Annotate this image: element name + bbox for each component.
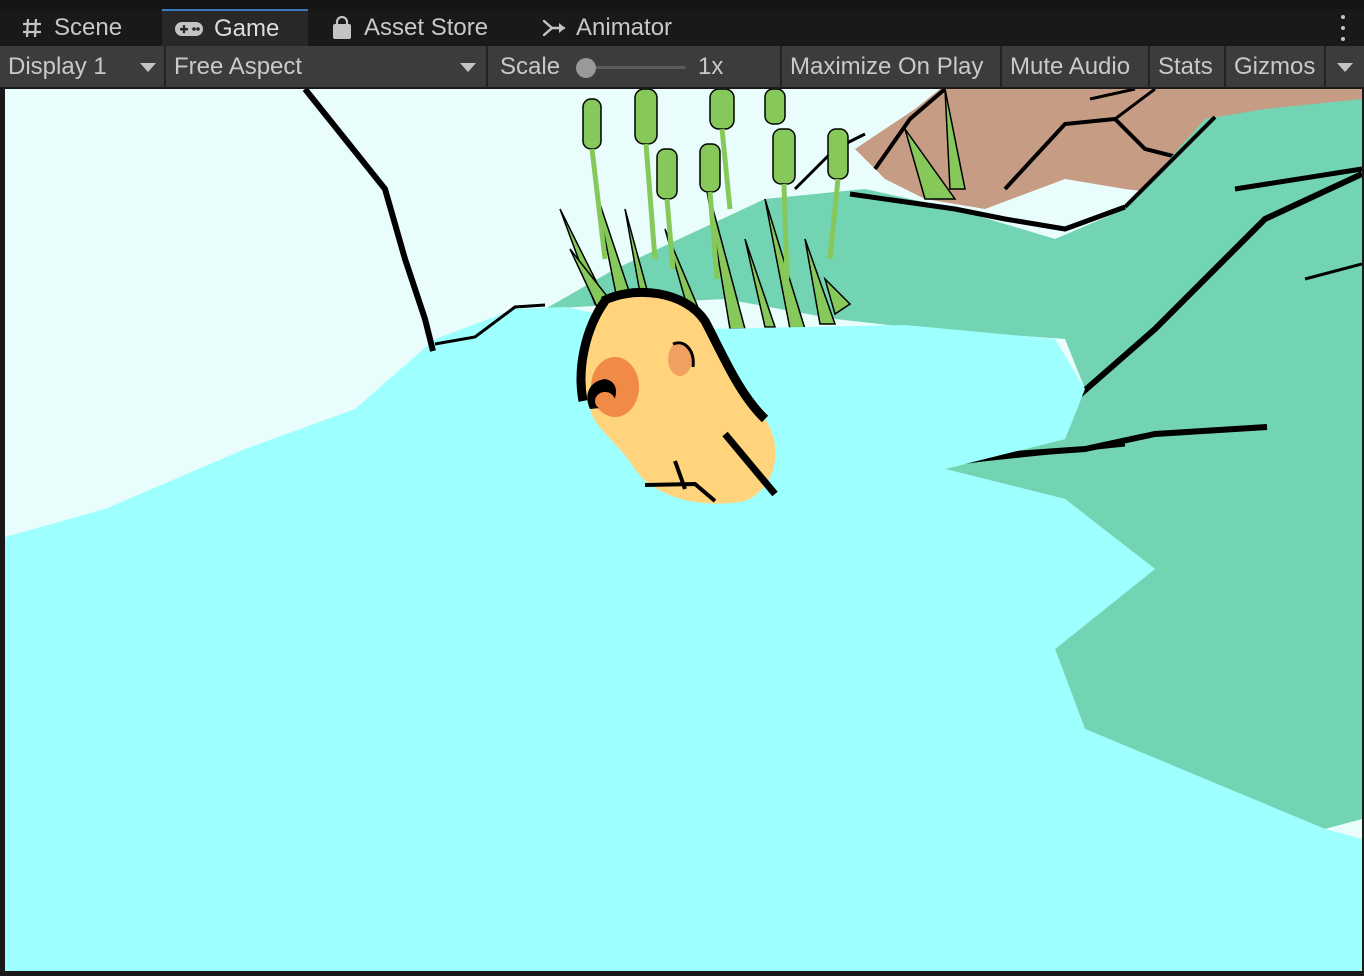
- display-dropdown[interactable]: Display 1: [0, 46, 166, 88]
- mute-audio-toggle[interactable]: Mute Audio: [1002, 46, 1150, 88]
- display-dropdown-value: Display 1: [8, 53, 107, 80]
- game-view-toolbar: Display 1 Free Aspect Scale 1x Maximize …: [0, 46, 1364, 88]
- maximize-on-play-toggle[interactable]: Maximize On Play: [782, 46, 1002, 88]
- tab-game-label: Game: [214, 14, 280, 42]
- chevron-down-icon: [1337, 63, 1353, 72]
- scale-control: Scale 1x: [488, 46, 782, 88]
- tab-animator[interactable]: Animator: [522, 9, 702, 46]
- scale-label: Scale: [500, 53, 561, 80]
- more-options-icon[interactable]: [1340, 15, 1346, 41]
- game-viewport[interactable]: [5, 89, 1362, 971]
- scale-slider-thumb[interactable]: [576, 58, 596, 78]
- stats-label: Stats: [1158, 53, 1213, 80]
- gizmos-label: Gizmos: [1234, 53, 1316, 80]
- grid-hash-icon: [20, 16, 44, 40]
- aspect-dropdown[interactable]: Free Aspect: [166, 46, 488, 88]
- aspect-dropdown-value: Free Aspect: [174, 53, 303, 80]
- animator-branch-icon: [542, 16, 566, 40]
- tab-animator-label: Animator: [576, 13, 673, 41]
- tab-asset-store[interactable]: Asset Store: [310, 9, 510, 46]
- gizmos-toggle[interactable]: Gizmos: [1226, 46, 1326, 88]
- mute-audio-label: Mute Audio: [1010, 53, 1131, 80]
- chevron-down-icon: [140, 63, 156, 72]
- tab-asset-store-label: Asset Store: [364, 13, 489, 41]
- gamepad-icon: [174, 17, 204, 41]
- shopping-bag-icon: [330, 15, 354, 40]
- chevron-down-icon: [460, 63, 476, 72]
- scale-value: 1x: [698, 53, 724, 80]
- tab-scene-label: Scene: [54, 13, 123, 41]
- editor-tab-bar: Scene Game Asset Store Animator: [0, 0, 1364, 46]
- game-scene: [5, 89, 1362, 971]
- maximize-on-play-label: Maximize On Play: [790, 53, 984, 80]
- stats-toggle[interactable]: Stats: [1150, 46, 1226, 88]
- tab-game[interactable]: Game: [162, 9, 308, 46]
- gizmos-dropdown-button[interactable]: [1326, 46, 1364, 88]
- tab-scene[interactable]: Scene: [0, 9, 160, 46]
